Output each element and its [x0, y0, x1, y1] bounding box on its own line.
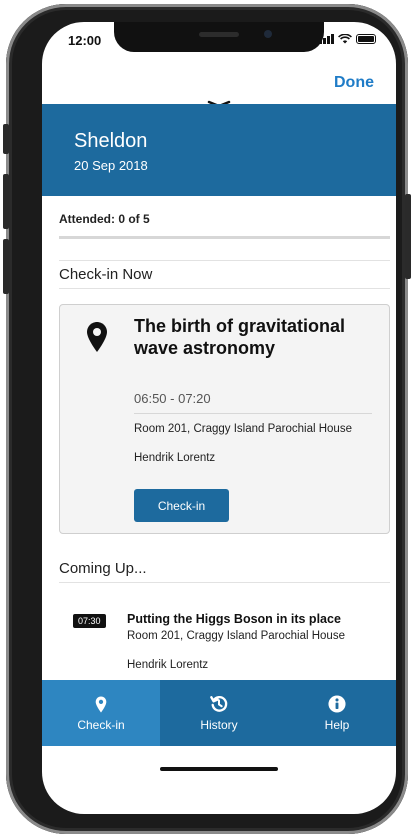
tab-label: History [200, 718, 238, 732]
user-name: Sheldon [74, 130, 148, 152]
wifi-icon [338, 34, 352, 44]
current-session-card: The birth of gravitational wave astronom… [59, 304, 390, 534]
power-button [405, 194, 411, 279]
session-time: 06:50 - 07:20 [134, 391, 211, 406]
info-icon [328, 695, 346, 713]
status-icons [319, 34, 376, 44]
attendance-progress-bar [59, 236, 390, 239]
event-date: 20 Sep 2018 [74, 158, 148, 173]
history-icon [210, 696, 228, 712]
tab-label: Check-in [77, 718, 125, 732]
upcoming-session-title: Putting the Higgs Boson in its place [127, 612, 341, 626]
front-camera [264, 30, 272, 38]
divider [59, 260, 390, 261]
home-indicator[interactable] [160, 767, 278, 771]
volume-down-button [3, 239, 9, 294]
battery-icon [356, 34, 376, 44]
earpiece [199, 32, 239, 37]
tab-help[interactable]: Help [278, 680, 396, 746]
upcoming-session-room: Room 201, Craggy Island Parochial House [127, 630, 345, 642]
session-room: Room 201, Craggy Island Parochial House [134, 423, 352, 435]
coming-up-heading: Coming Up... [59, 560, 147, 577]
upcoming-session-speaker: Hendrik Lorentz [127, 659, 209, 671]
map-pin-icon [95, 696, 107, 712]
tab-check-in[interactable]: Check-in [42, 680, 160, 746]
phone-frame: 12:00 Done Sheldon 20 Sep 2018 Attended:… [3, 4, 411, 834]
signal-icon [319, 34, 334, 44]
done-button[interactable]: Done [334, 74, 374, 92]
user-header: Sheldon 20 Sep 2018 [42, 104, 396, 196]
status-bar: 12:00 [42, 22, 396, 62]
check-in-button[interactable]: Check-in [134, 489, 229, 522]
session-title: The birth of gravitational wave astronom… [134, 316, 346, 358]
volume-up-button [3, 174, 9, 229]
attendance-label: Attended: 0 of 5 [59, 212, 150, 226]
divider [59, 582, 390, 583]
tab-label: Help [324, 718, 350, 732]
card-divider [134, 413, 372, 414]
mute-switch [3, 124, 9, 154]
tab-bar: Check-in History Help [42, 680, 396, 746]
list-item[interactable]: 07:30 Putting the Higgs Boson in its pla… [59, 606, 390, 686]
app-screen: 12:00 Done Sheldon 20 Sep 2018 Attended:… [42, 22, 396, 814]
divider [59, 288, 390, 289]
tab-history[interactable]: History [160, 680, 278, 746]
map-pin-icon [87, 322, 107, 352]
status-time: 12:00 [68, 33, 102, 48]
notch [114, 22, 324, 52]
session-speaker: Hendrik Lorentz [134, 452, 216, 464]
session-time-badge: 07:30 [73, 614, 106, 628]
check-in-now-heading: Check-in Now [59, 266, 153, 283]
